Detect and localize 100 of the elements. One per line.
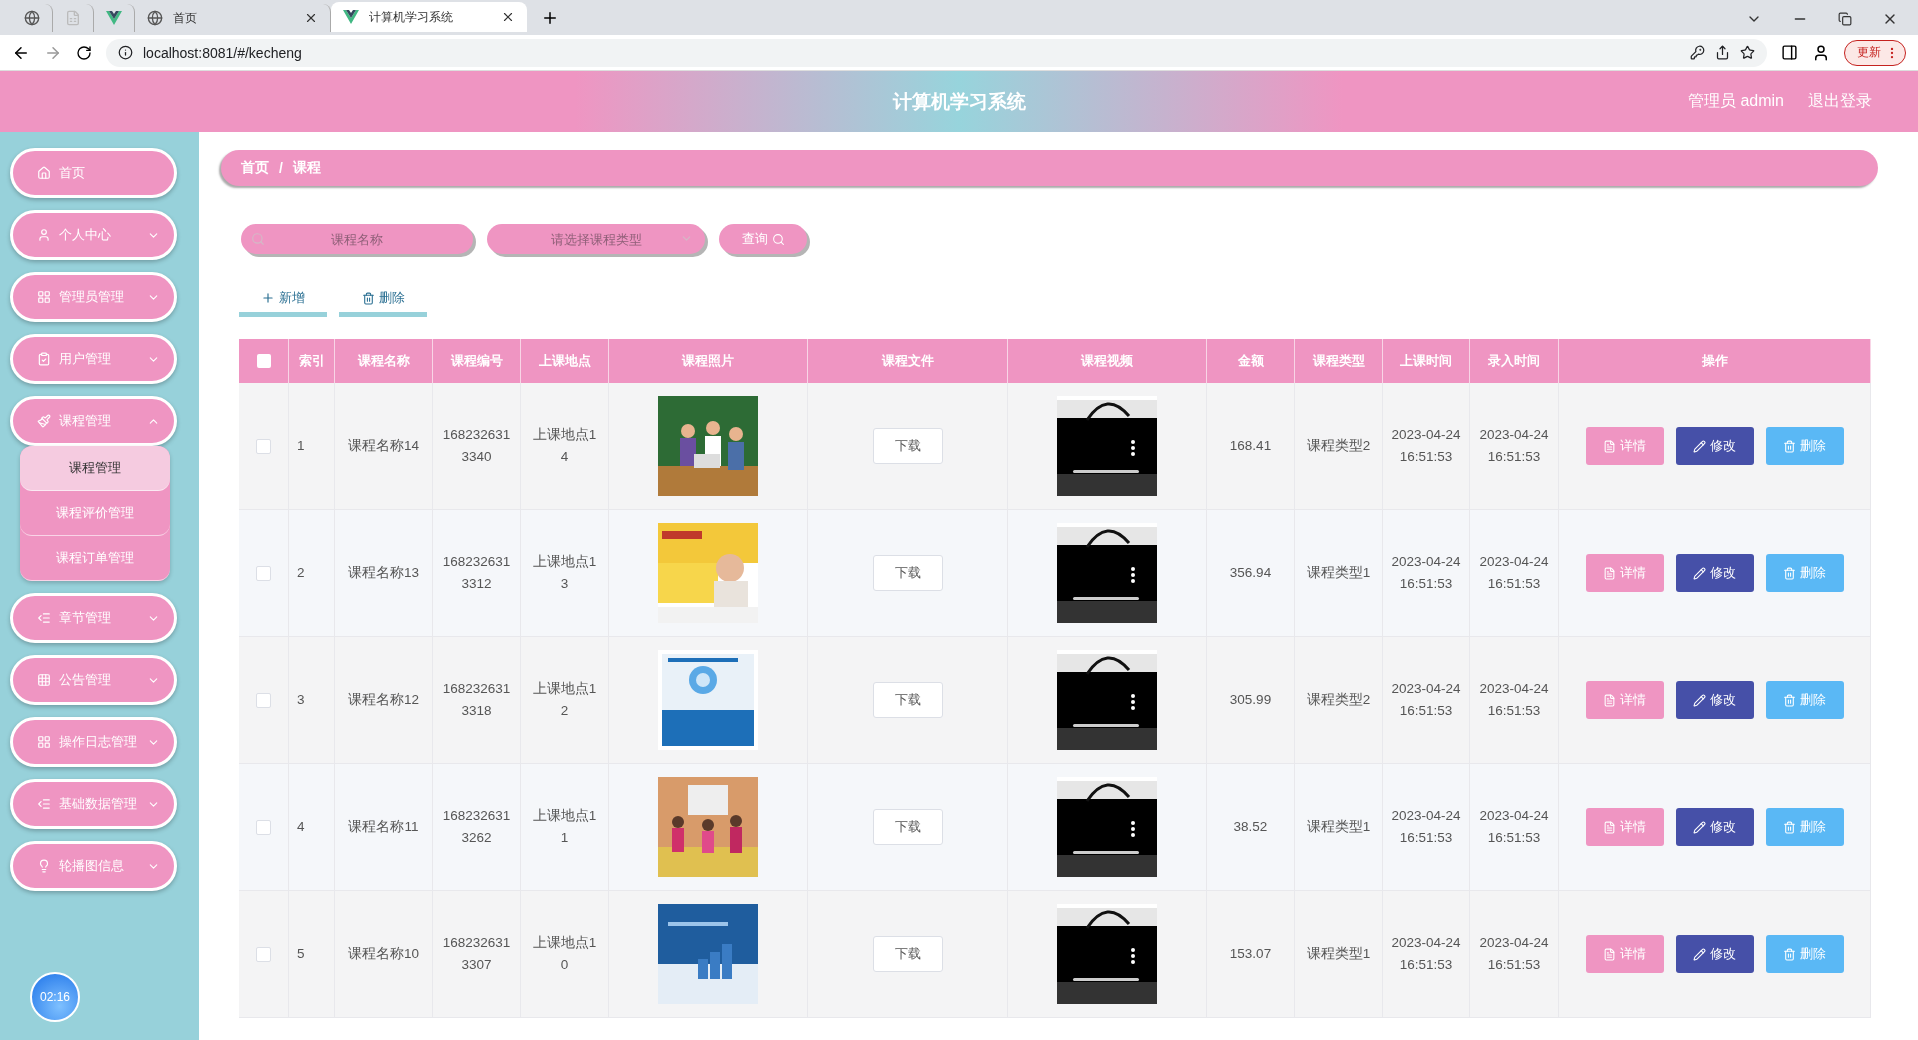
pencil-icon bbox=[1693, 566, 1706, 580]
row-checkbox[interactable] bbox=[256, 692, 271, 708]
delete-button[interactable]: 删除 bbox=[1765, 808, 1844, 846]
table-cell: 课程类型2 bbox=[1295, 637, 1383, 764]
sidebar-item[interactable]: 操作日志管理 bbox=[10, 717, 177, 767]
download-button[interactable]: 下载 bbox=[872, 809, 943, 845]
breadcrumb-item[interactable]: 课程 bbox=[292, 159, 321, 177]
grid-icon bbox=[37, 290, 51, 304]
table-cell: 1682326313312 bbox=[433, 510, 521, 637]
table-cell: 上课地点13 bbox=[521, 510, 609, 637]
close-icon[interactable] bbox=[304, 11, 318, 25]
star-icon[interactable] bbox=[1740, 45, 1755, 60]
detail-button[interactable]: 详情 bbox=[1585, 554, 1664, 592]
edit-button[interactable]: 修改 bbox=[1675, 681, 1754, 719]
table-cell: 1 bbox=[289, 383, 335, 510]
query-button[interactable]: 查询 bbox=[719, 224, 807, 254]
profile-icon[interactable] bbox=[1812, 43, 1830, 62]
breadcrumb-item[interactable]: 首页 bbox=[241, 159, 269, 177]
delete-button[interactable]: 删除 bbox=[1765, 681, 1844, 719]
close-icon[interactable] bbox=[501, 10, 515, 24]
pencil-icon bbox=[1693, 947, 1706, 961]
list-icon bbox=[37, 611, 51, 625]
globe-icon bbox=[24, 10, 40, 26]
delete-button[interactable]: 删除 bbox=[1765, 554, 1844, 592]
column-header: 录入时间 bbox=[1470, 339, 1559, 383]
select-all-checkbox[interactable] bbox=[256, 354, 271, 368]
submenu-item[interactable]: 课程订单管理 bbox=[20, 536, 170, 581]
sidebar-item[interactable]: 管理员管理 bbox=[10, 272, 177, 322]
table-cell: 2023-04-24 16:51:53 bbox=[1383, 383, 1470, 510]
detail-button[interactable]: 详情 bbox=[1585, 935, 1664, 973]
table-cell: 1682326313340 bbox=[433, 383, 521, 510]
table-cell: 2023-04-24 16:51:53 bbox=[1470, 891, 1559, 1018]
sidebar-item[interactable]: 首页 bbox=[10, 148, 177, 198]
row-checkbox[interactable] bbox=[256, 565, 271, 581]
row-checkbox[interactable] bbox=[256, 946, 271, 962]
table-cell: 2023-04-24 16:51:53 bbox=[1470, 637, 1559, 764]
grid-icon bbox=[37, 735, 51, 749]
edit-button[interactable]: 修改 bbox=[1675, 808, 1754, 846]
trash-icon bbox=[361, 291, 375, 305]
sidebar-item[interactable]: 用户管理 bbox=[10, 334, 177, 384]
table-cell: 上课地点11 bbox=[521, 764, 609, 891]
name-search-field[interactable]: 课程名称 bbox=[241, 224, 473, 254]
search-icon bbox=[251, 232, 265, 246]
reload-icon[interactable] bbox=[76, 44, 92, 61]
download-button[interactable]: 下载 bbox=[872, 682, 943, 718]
list-icon bbox=[37, 797, 51, 811]
table-cell: 2023-04-24 16:51:53 bbox=[1383, 891, 1470, 1018]
share-icon[interactable] bbox=[1715, 45, 1730, 60]
delete-button[interactable]: 删除 bbox=[1765, 935, 1844, 973]
browser-tab[interactable]: 计算机学习系统 bbox=[331, 2, 527, 32]
detail-button[interactable]: 详情 bbox=[1585, 681, 1664, 719]
trash-icon bbox=[1783, 693, 1796, 707]
sidebar-item[interactable]: 个人中心 bbox=[10, 210, 177, 260]
clipboard-icon bbox=[37, 352, 51, 366]
edit-button[interactable]: 修改 bbox=[1675, 554, 1754, 592]
download-button[interactable]: 下载 bbox=[872, 428, 943, 464]
sidebar-item[interactable]: 课程管理 bbox=[10, 396, 177, 446]
detail-button[interactable]: 详情 bbox=[1585, 808, 1664, 846]
document-icon bbox=[1603, 693, 1616, 707]
user-label: 管理员 admin bbox=[1687, 91, 1784, 111]
v-logo-icon bbox=[343, 10, 359, 24]
table-cell: 2023-04-24 16:51:53 bbox=[1383, 637, 1470, 764]
logout-link[interactable]: 退出登录 bbox=[1808, 91, 1872, 112]
type-select[interactable]: 请选择课程类型 bbox=[487, 224, 705, 254]
table-cell: 课程类型2 bbox=[1295, 383, 1383, 510]
row-checkbox[interactable] bbox=[256, 819, 271, 835]
table-cell: 3 bbox=[289, 637, 335, 764]
edit-button[interactable]: 修改 bbox=[1675, 427, 1754, 465]
new-tab-icon[interactable] bbox=[541, 9, 559, 27]
sidebar-item[interactable]: 章节管理 bbox=[10, 593, 177, 643]
sidebar-item[interactable]: 轮播图信息 bbox=[10, 841, 177, 891]
delete-button[interactable]: 删除 bbox=[339, 284, 427, 317]
edit-button[interactable]: 修改 bbox=[1675, 935, 1754, 973]
submenu-item[interactable]: 课程评价管理 bbox=[20, 491, 170, 536]
download-button[interactable]: 下载 bbox=[872, 555, 943, 591]
side-panel-icon[interactable] bbox=[1781, 44, 1798, 61]
detail-button[interactable]: 详情 bbox=[1585, 427, 1664, 465]
sidebar-item[interactable]: 基础数据管理 bbox=[10, 779, 177, 829]
globe-icon bbox=[147, 10, 163, 26]
clock-badge: 02:16 bbox=[30, 972, 80, 1022]
trash-icon bbox=[1783, 820, 1796, 834]
delete-button[interactable]: 删除 bbox=[1765, 427, 1844, 465]
table-cell: 课程名称14 bbox=[335, 383, 433, 510]
column-header: 金额 bbox=[1207, 339, 1295, 383]
trash-icon bbox=[1783, 947, 1796, 961]
table-cell: 38.52 bbox=[1207, 764, 1295, 891]
add-button[interactable]: 新增 bbox=[239, 284, 327, 317]
submenu-item[interactable]: 课程管理 bbox=[20, 446, 170, 491]
restore-icon[interactable] bbox=[1838, 12, 1852, 26]
download-button[interactable]: 下载 bbox=[872, 936, 943, 972]
table-cell: 305.99 bbox=[1207, 637, 1295, 764]
table-cell: 课程名称12 bbox=[335, 637, 433, 764]
breadcrumb-separator: / bbox=[279, 160, 283, 176]
document-icon bbox=[1603, 820, 1616, 834]
row-checkbox[interactable] bbox=[256, 438, 271, 454]
update-button[interactable]: 更新 bbox=[1844, 39, 1906, 66]
sidebar-item[interactable]: 公告管理 bbox=[10, 655, 177, 705]
table-cell: 课程类型1 bbox=[1295, 764, 1383, 891]
table-cell: 2023-04-24 16:51:53 bbox=[1383, 764, 1470, 891]
key-icon[interactable] bbox=[1690, 45, 1705, 60]
